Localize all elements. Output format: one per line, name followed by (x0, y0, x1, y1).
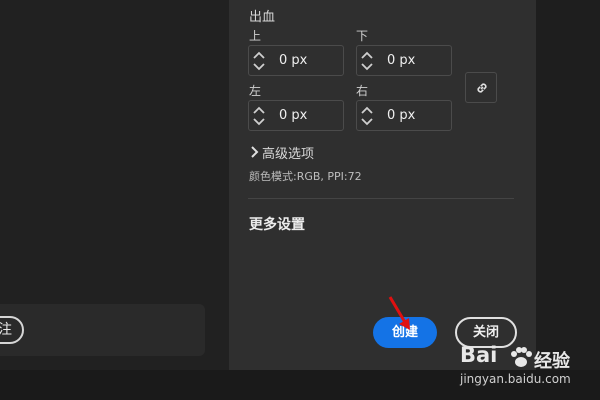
link-bleed-button[interactable] (465, 72, 497, 103)
advanced-options-toggle[interactable]: 高级选项 (250, 143, 314, 162)
watermark-brand: Bai (460, 343, 498, 367)
bleed-left-value[interactable]: 0 px (279, 108, 307, 123)
watermark-jingyan: 经验 (534, 351, 570, 372)
bleed-bottom-value[interactable]: 0 px (387, 53, 415, 68)
bleed-title: 出血 (249, 10, 276, 25)
bleed-top-field[interactable]: 0 px (248, 45, 344, 76)
bleed-right-value[interactable]: 0 px (387, 108, 415, 123)
chevron-right-icon (250, 146, 262, 162)
bleed-left-label: 左 (249, 84, 262, 98)
left-preset-card (0, 304, 205, 356)
stepper-icon[interactable] (251, 49, 267, 73)
section-divider (248, 198, 514, 199)
more-settings-link[interactable]: 更多设置 (249, 214, 305, 234)
watermark-url: jingyan.baidu.com (460, 372, 571, 386)
bleed-top-value[interactable]: 0 px (279, 53, 307, 68)
stepper-icon[interactable] (359, 104, 375, 128)
advanced-options-label: 高级选项 (262, 147, 315, 162)
bleed-top-label: 上 (249, 29, 262, 43)
bleed-left-field[interactable]: 0 px (248, 100, 344, 131)
stepper-icon[interactable] (359, 49, 375, 73)
bleed-right-label: 右 (356, 84, 369, 98)
baidu-jingyan-watermark: Bai 经验 jingyan.baidu.com (452, 343, 600, 400)
stepper-icon[interactable] (251, 104, 267, 128)
color-mode-text: 颜色模式:RGB, PPI:72 (249, 170, 362, 183)
bleed-bottom-field[interactable]: 0 px (356, 45, 452, 76)
bleed-bottom-label: 下 (356, 29, 369, 43)
paw-icon (511, 347, 532, 367)
right-background (536, 0, 600, 370)
bleed-right-field[interactable]: 0 px (356, 100, 452, 131)
link-icon (477, 83, 487, 93)
annotation-arrow-icon (388, 296, 410, 330)
